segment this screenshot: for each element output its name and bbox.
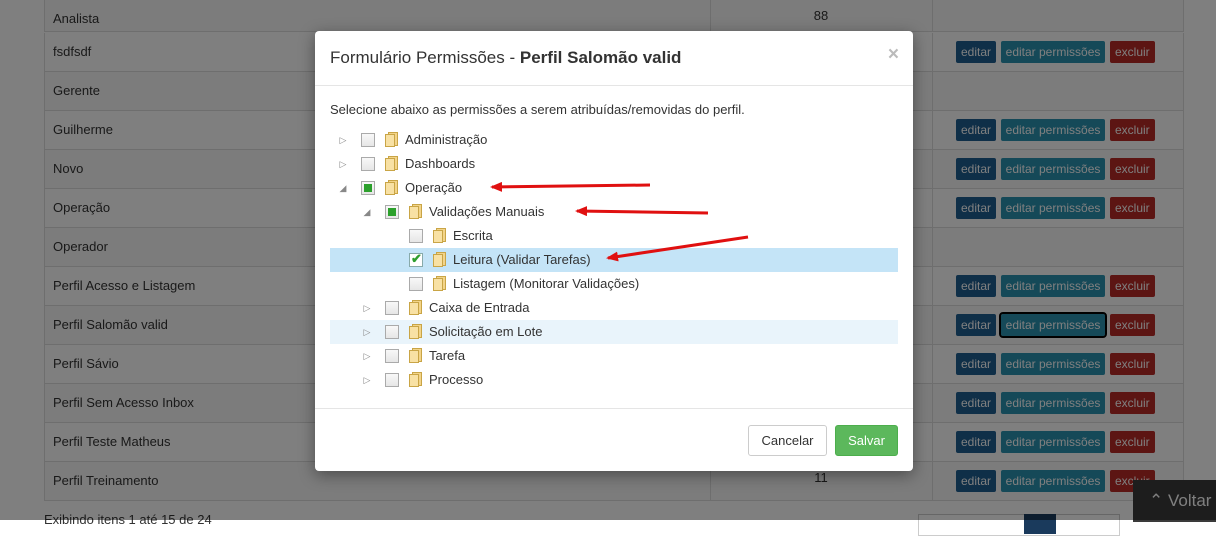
expand-icon[interactable]: ▷ [337,133,349,147]
tree-node-label[interactable]: Processo [429,372,483,387]
tree-checkbox[interactable]: ✔ [409,251,423,267]
modal-header: Formulário Permissões - Perfil Salomão v… [315,31,913,86]
tree-node-label[interactable]: Escrita [453,228,493,243]
tree-checkbox[interactable] [361,181,375,195]
check-icon: ✔ [411,251,422,266]
folder-icon [433,252,447,267]
modal-footer: Cancelar Salvar [315,408,913,472]
folder-icon [385,156,399,171]
tree-node-label[interactable]: Solicitação em Lote [429,324,542,339]
collapse-icon[interactable]: ◢ [361,205,373,219]
tree-node[interactable]: ▷ Solicitação em Lote [330,320,898,344]
permissions-modal: Formulário Permissões - Perfil Salomão v… [315,31,913,471]
save-button[interactable]: Salvar [835,425,898,456]
tree-node[interactable]: ▷ Processo [330,368,898,392]
tree-node[interactable]: ▷ Administração [330,128,898,152]
folder-icon [409,324,423,339]
expand-icon[interactable]: ▷ [361,301,373,315]
tree-node-label[interactable]: Operação [405,180,462,195]
tree-node[interactable]: ✔ Leitura (Validar Tarefas) [330,248,898,272]
tree-node[interactable]: Escrita [330,224,898,248]
cancel-button[interactable]: Cancelar [748,425,827,456]
tree-node-label[interactable]: Administração [405,132,487,147]
tree-node-label[interactable]: Leitura (Validar Tarefas) [453,252,591,267]
close-icon[interactable]: × [888,44,899,66]
tree-node-label[interactable]: Tarefa [429,348,465,363]
folder-icon [433,276,447,291]
tree-node[interactable]: Listagem (Monitorar Validações) [330,272,898,296]
tree-node[interactable]: ▷ Dashboards [330,152,898,176]
folder-icon [409,372,423,387]
tree-node-label[interactable]: Caixa de Entrada [429,300,529,315]
tree-checkbox[interactable] [361,133,375,147]
tree-checkbox[interactable] [385,373,399,387]
modal-description: Selecione abaixo as permissões a serem a… [330,102,745,117]
collapse-icon[interactable]: ◢ [337,181,349,195]
folder-icon [433,228,447,243]
expand-icon[interactable]: ▷ [361,325,373,339]
tree-node[interactable]: ▷ Caixa de Entrada [330,296,898,320]
tree-checkbox[interactable] [361,157,375,171]
tree-checkbox[interactable] [385,325,399,339]
tree-node[interactable]: ◢ Validações Manuais [330,200,898,224]
modal-title-profile: Perfil Salomão valid [519,48,682,67]
tree-checkbox[interactable] [385,301,399,315]
tree-checkbox[interactable] [385,205,399,219]
folder-icon [409,204,423,219]
folder-icon [409,300,423,315]
folder-icon [385,180,399,195]
tree-checkbox[interactable] [409,277,423,291]
partial-check-icon [388,208,396,216]
tree-node[interactable]: ◢ Operação [330,176,898,200]
expand-icon[interactable]: ▷ [361,373,373,387]
tree-checkbox[interactable] [409,229,423,243]
tree-node[interactable]: ▷ Tarefa [330,344,898,368]
tree-node-label[interactable]: Dashboards [405,156,475,171]
folder-icon [385,132,399,147]
tree-node-label[interactable]: Listagem (Monitorar Validações) [453,276,639,291]
expand-icon[interactable]: ▷ [337,157,349,171]
modal-title-prefix: Formulário Permissões - [330,48,520,67]
tree-node-label[interactable]: Validações Manuais [429,204,544,219]
partial-check-icon [364,184,372,192]
tree-checkbox[interactable] [385,349,399,363]
folder-icon [409,348,423,363]
expand-icon[interactable]: ▷ [361,349,373,363]
modal-title: Formulário Permissões - Perfil Salomão v… [330,48,681,68]
